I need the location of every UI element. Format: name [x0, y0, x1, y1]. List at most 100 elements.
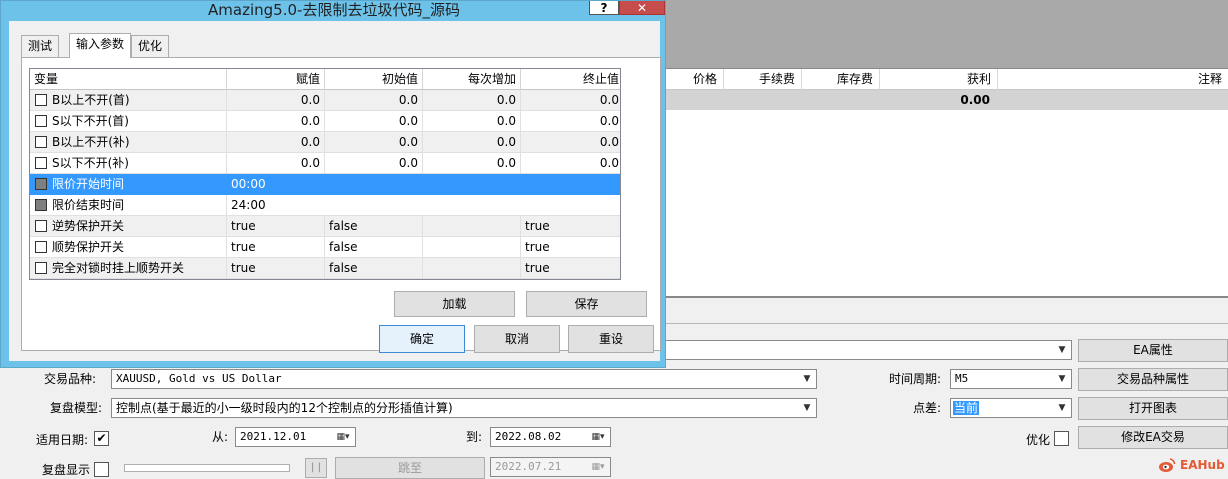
speed-slider[interactable] [124, 464, 290, 472]
optimize-param-checkbox[interactable] [35, 220, 47, 232]
cell-start[interactable]: false [325, 216, 423, 237]
header-step[interactable]: 每次增加 [423, 69, 521, 90]
cell-step[interactable]: 0.0 [423, 132, 521, 153]
cell-step[interactable]: 0.0 [423, 90, 521, 111]
tab-testing[interactable]: 测试 [21, 35, 60, 57]
header-stop[interactable]: 终止值 [521, 69, 620, 90]
cell-text: 完全对锁时挂上顺势开关 [52, 261, 185, 275]
cell-value[interactable]: 0.0 [227, 90, 325, 111]
open-chart-button[interactable]: 打开图表 [1078, 397, 1228, 420]
cell-start[interactable]: 0.0 [325, 111, 423, 132]
table-row[interactable]: 完全对锁时挂上顺势开关 true false true [30, 258, 620, 279]
cell-text: S以下不开(补) [52, 156, 129, 170]
cell-step[interactable]: 0.0 [423, 153, 521, 174]
optimize-param-checkbox[interactable] [35, 178, 47, 190]
weibo-logo-icon [1159, 458, 1176, 472]
optimize-param-checkbox[interactable] [35, 136, 47, 148]
reset-button[interactable]: 重设 [568, 325, 654, 353]
optimize-param-checkbox[interactable] [35, 241, 47, 253]
tab-inputs[interactable]: 输入参数 [69, 33, 132, 58]
cancel-button[interactable]: 取消 [474, 325, 560, 353]
optimize-checkbox[interactable] [1054, 431, 1069, 446]
cell-stop[interactable]: true [521, 216, 620, 237]
col-profit[interactable]: 获利 [880, 69, 998, 90]
ea-properties-button[interactable]: EA属性 [1078, 339, 1228, 362]
calendar-dropdown-icon[interactable]: ▦▾ [588, 429, 608, 445]
optimize-param-checkbox[interactable] [35, 94, 47, 106]
from-date-value: 2021.12.01 [240, 430, 307, 443]
from-date-picker[interactable]: 2021.12.01 ▦▾ [235, 427, 356, 447]
col-swap[interactable]: 库存费 [802, 69, 880, 90]
modify-ea-button[interactable]: 修改EA交易 [1078, 426, 1228, 449]
pause-button[interactable]: | | [305, 458, 327, 478]
cell-step[interactable]: 0.0 [423, 111, 521, 132]
cell-value[interactable]: true [227, 258, 325, 279]
cell-value[interactable]: 0.0 [227, 132, 325, 153]
table-row[interactable]: 限价开始时间 00:00 [30, 174, 620, 195]
cell-stop[interactable]: 0.0 [521, 153, 620, 174]
cell-start[interactable]: false [325, 237, 423, 258]
dialog-body: 测试 输入参数 优化 变量 赋值 初始值 每次增加 终止值 B以上不开(首) 0.… [9, 21, 661, 361]
table-row[interactable]: 限价结束时间 24:00 [30, 195, 620, 216]
spread-select[interactable]: 当前 ▼ [950, 398, 1072, 418]
ok-button[interactable]: 确定 [379, 325, 465, 353]
table-row[interactable]: B以上不开(首) 0.0 0.0 0.0 0.0 [30, 90, 620, 111]
cell-stop[interactable]: true [521, 258, 620, 279]
cell-value[interactable]: 24:00 [227, 195, 620, 216]
cell-value[interactable]: true [227, 216, 325, 237]
cell-name: 完全对锁时挂上顺势开关 [30, 258, 227, 279]
to-date-picker[interactable]: 2022.08.02 ▦▾ [490, 427, 611, 447]
optimize-param-checkbox[interactable] [35, 157, 47, 169]
cell-stop[interactable]: 0.0 [521, 90, 620, 111]
header-value[interactable]: 赋值 [227, 69, 325, 90]
cell-start[interactable]: 0.0 [325, 153, 423, 174]
close-button[interactable]: ✕ [619, 1, 665, 15]
col-commission[interactable]: 手续费 [724, 69, 802, 90]
cell-text: true [525, 240, 550, 254]
model-select[interactable]: 控制点(基于最近的小一级时段内的12个控制点的分形插值计算) ▼ [111, 398, 817, 418]
cell-step[interactable] [423, 258, 521, 279]
optimize-param-checkbox[interactable] [35, 115, 47, 127]
calendar-dropdown-icon[interactable]: ▦▾ [333, 429, 353, 445]
jump-to-button[interactable]: 跳至 [335, 457, 485, 479]
expert-select[interactable]: ▼ [660, 340, 1072, 360]
cell-step[interactable] [423, 237, 521, 258]
optimize-param-checkbox[interactable] [35, 262, 47, 274]
table-row[interactable]: S以下不开(首) 0.0 0.0 0.0 0.0 [30, 111, 620, 132]
cell-stop[interactable]: 0.0 [521, 132, 620, 153]
cell-start[interactable]: false [325, 258, 423, 279]
cell-text: 0.0 [300, 93, 320, 107]
cell-name: S以下不开(补) [30, 153, 227, 174]
save-button[interactable]: 保存 [526, 291, 647, 317]
help-button[interactable]: ? [589, 1, 619, 15]
cell-value[interactable]: 00:00 [227, 174, 620, 195]
use-date-checkbox[interactable]: ✔ [94, 431, 109, 446]
cell-start[interactable]: 0.0 [325, 132, 423, 153]
header-start[interactable]: 初始值 [325, 69, 423, 90]
table-row[interactable]: 逆势保护开关 true false true [30, 216, 620, 237]
cell-value[interactable]: 0.0 [227, 153, 325, 174]
cell-text: 0.0 [496, 156, 516, 170]
cell-start[interactable]: 0.0 [325, 90, 423, 111]
table-row[interactable]: B以上不开(补) 0.0 0.0 0.0 0.0 [30, 132, 620, 153]
cell-step[interactable] [423, 216, 521, 237]
col-price[interactable]: 价格 [660, 69, 724, 90]
visual-mode-checkbox[interactable] [94, 462, 109, 477]
col-comment[interactable]: 注释 [998, 69, 1228, 90]
period-select[interactable]: M5 ▼ [950, 369, 1072, 389]
calendar-dropdown-icon[interactable]: ▦▾ [588, 459, 608, 475]
symbol-properties-button[interactable]: 交易品种属性 [1078, 368, 1228, 391]
load-button[interactable]: 加载 [394, 291, 515, 317]
table-row[interactable]: 顺势保护开关 true false true [30, 237, 620, 258]
cell-stop[interactable]: true [521, 237, 620, 258]
tab-optimization[interactable]: 优化 [131, 35, 170, 57]
header-variable[interactable]: 变量 [30, 69, 227, 90]
symbol-select[interactable]: XAUUSD, Gold vs US Dollar ▼ [111, 369, 817, 389]
cell-value[interactable]: true [227, 237, 325, 258]
cell-stop[interactable]: 0.0 [521, 111, 620, 132]
cell-text: 00:00 [231, 177, 266, 191]
cell-value[interactable]: 0.0 [227, 111, 325, 132]
jump-date-picker[interactable]: 2022.07.21 ▦▾ [490, 457, 611, 477]
table-row[interactable]: S以下不开(补) 0.0 0.0 0.0 0.0 [30, 153, 620, 174]
optimize-param-checkbox[interactable] [35, 199, 47, 211]
